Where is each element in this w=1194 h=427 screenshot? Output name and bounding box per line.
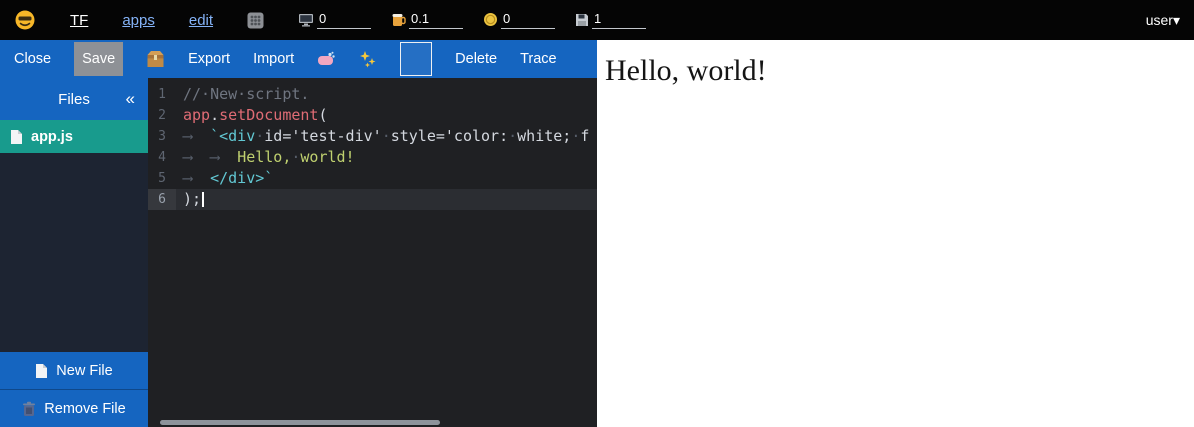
code-line[interactable]: 4⟶ ⟶ Hello,·world! [148,147,597,168]
stat-value-beer: 0.1 [409,11,463,29]
horizontal-scrollbar[interactable] [160,420,440,425]
package-icon[interactable] [146,50,165,68]
code-line[interactable]: 2app.setDocument( [148,105,597,126]
code-text: ⟶ ⟶ Hello,·world! [176,147,597,168]
user-menu[interactable]: user▾ [1146,12,1180,29]
monitor-icon [298,13,314,29]
stat-field-monitor[interactable]: 0 [298,11,371,29]
soap-icon[interactable] [317,51,336,67]
line-number: 3 [148,126,176,147]
new-file-icon [35,363,48,379]
sidebar-title: Files [58,91,90,108]
sparkles-icon[interactable] [359,50,377,68]
apps-grid-icon[interactable] [247,12,264,29]
code-line[interactable]: 3⟶ `<div·id='test-div'·style='color:·whi… [148,126,597,147]
code-text: ⟶ `<div·id='test-div'·style='color:·whit… [176,126,597,147]
app-preview: Hello, world! [597,40,1194,427]
beer-icon [391,12,406,29]
line-number: 1 [148,84,176,105]
new-file-label: New File [56,363,112,379]
text-cursor [202,192,204,207]
line-number: 2 [148,105,176,126]
status-fields: 0 0.1 0 1 [298,11,646,29]
line-number: 6 [148,189,176,210]
code-text: ); [176,189,597,210]
files-sidebar: Files « app.js New File Remove File [0,78,148,427]
trash-icon [22,401,36,417]
remove-file-label: Remove File [44,401,125,417]
stat-value-monitor: 0 [317,11,371,29]
code-line[interactable]: 1//·New·script. [148,84,597,105]
nav-link-edit[interactable]: edit [189,12,213,29]
line-number: 5 [148,168,176,189]
code-line[interactable]: 6); [148,189,597,210]
import-button[interactable]: Import [253,51,294,67]
blank-button[interactable] [400,42,432,76]
stat-value-coin: 0 [501,11,555,29]
trace-button[interactable]: Trace [520,51,557,67]
code-editor[interactable]: 1//·New·script.2app.setDocument(3⟶ `<div… [148,78,597,427]
code-lines: 1//·New·script.2app.setDocument(3⟶ `<div… [148,78,597,210]
new-file-button[interactable]: New File [0,352,148,389]
stat-value-floppy: 1 [592,11,646,29]
stat-field-floppy[interactable]: 1 [575,11,646,29]
file-name: app.js [31,129,73,145]
logo-smiley-icon[interactable] [14,9,36,31]
code-line[interactable]: 5⟶ </div>` [148,168,597,189]
nav-link-apps[interactable]: apps [122,12,155,29]
coin-icon [483,12,498,29]
preview-hello-text: Hello, world! [605,54,1194,88]
save-button[interactable]: Save [74,42,123,76]
stat-field-beer[interactable]: 0.1 [391,11,463,29]
export-button[interactable]: Export [188,51,230,67]
code-text: ⟶ </div>` [176,168,597,189]
brand-link[interactable]: TF [70,12,88,29]
floppy-icon [575,13,589,29]
collapse-sidebar-button[interactable]: « [126,89,135,109]
line-number: 4 [148,147,176,168]
code-text: //·New·script. [176,84,597,105]
file-icon [10,129,23,145]
code-text: app.setDocument( [176,105,597,126]
sidebar-header: Files « [0,78,148,120]
file-list-empty-area [0,153,148,352]
remove-file-button[interactable]: Remove File [0,389,148,427]
stat-field-coin[interactable]: 0 [483,11,555,29]
topbar: TF apps edit 0 0.1 0 1 [0,0,1194,40]
editor-toolbar: Close Save Export Import Delete Trace [0,40,597,78]
file-item-appjs[interactable]: app.js [0,120,148,153]
close-button[interactable]: Close [14,51,51,67]
delete-button[interactable]: Delete [455,51,497,67]
